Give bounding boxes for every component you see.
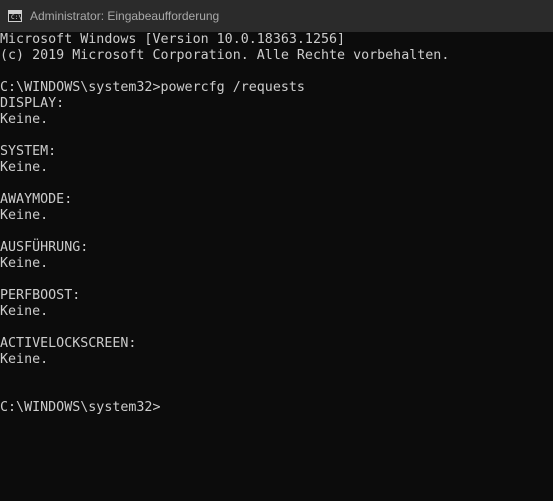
console-line: PERFBOOST: — [0, 288, 81, 303]
console-line: Keine. — [0, 352, 49, 367]
console-line: AWAYMODE: — [0, 192, 73, 207]
console-line: (c) 2019 Microsoft Corporation. Alle Rec… — [0, 48, 450, 63]
console-line: Keine. — [0, 160, 49, 175]
window-title: Administrator: Eingabeaufforderung — [30, 9, 220, 23]
console-line: Keine. — [0, 208, 49, 223]
icon-prompt-glyph: C:\ — [11, 14, 22, 21]
console-prompt-line[interactable]: C:\WINDOWS\system32> — [0, 400, 160, 416]
console-line: C:\WINDOWS\system32>powercfg /requests — [0, 80, 305, 95]
title-bar[interactable]: C:\ Administrator: Eingabeaufforderung — [0, 0, 553, 32]
console-output[interactable]: Microsoft Windows [Version 10.0.18363.12… — [0, 32, 553, 501]
console-line: Keine. — [0, 304, 49, 319]
console-line: AUSFÜHRUNG: — [0, 240, 89, 255]
command-prompt-window: C:\ Administrator: Eingabeaufforderung M… — [0, 0, 553, 501]
console-line: SYSTEM: — [0, 144, 57, 159]
cmd-icon[interactable]: C:\ — [8, 10, 22, 22]
console-line: Keine. — [0, 112, 49, 127]
console-line: DISPLAY: — [0, 96, 65, 111]
console-line: ACTIVELOCKSCREEN: — [0, 336, 137, 351]
console-line: Keine. — [0, 256, 49, 271]
console-line: Microsoft Windows [Version 10.0.18363.12… — [0, 32, 346, 47]
